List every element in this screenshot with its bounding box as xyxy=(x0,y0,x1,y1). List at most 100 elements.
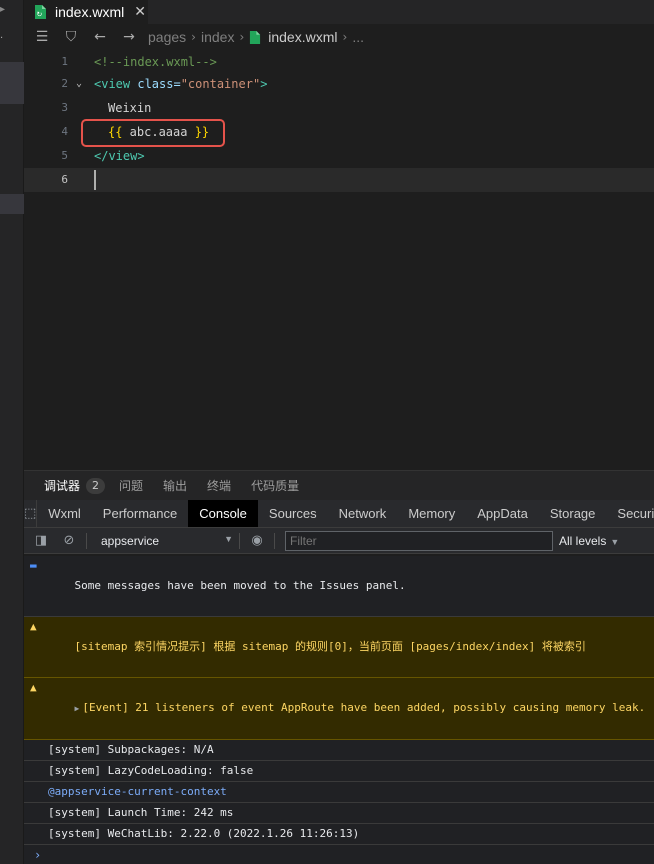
console-message-warning[interactable]: ▲ ▶ [Event] 21 listeners of event AppRoute… xyxy=(24,678,654,740)
tab-index-wxml[interactable]: ↻ index.wxml ✕ xyxy=(24,0,148,24)
tab-appdata[interactable]: AppData xyxy=(466,500,539,527)
console-message: [system] Launch Time: 242 ms xyxy=(24,803,654,824)
eye-icon[interactable]: ◉ xyxy=(246,533,268,548)
toolbar-divider xyxy=(86,532,87,549)
filter-input[interactable] xyxy=(285,530,553,551)
sidebar-dot-icon: · xyxy=(0,33,4,44)
line-number: 6 xyxy=(61,173,68,186)
log-levels-select[interactable]: All levels ▼ xyxy=(559,534,619,548)
message-text: [sitemap 索引情况提示] 根据 sitemap 的规则[0]，当前页面 … xyxy=(74,640,586,653)
breadcrumb-file[interactable]: index.wxml xyxy=(268,29,337,45)
context-label: appservice xyxy=(101,533,160,548)
breadcrumb-index[interactable]: index xyxy=(201,29,234,45)
context-select[interactable]: appservice ▼ xyxy=(101,534,233,548)
console-message: [system] WeChatLib: 2.22.0 (2022.1.26 11… xyxy=(24,824,654,845)
wxml-file-icon xyxy=(250,30,261,44)
list-icon[interactable]: ☰ xyxy=(32,30,52,44)
code-editor[interactable]: 1 <!--index.wxml--> 2 ⌄ <view class="con… xyxy=(24,50,654,470)
sidebar-selected-item[interactable] xyxy=(0,62,24,104)
code-attr-value: "container" xyxy=(180,77,261,91)
tab-output[interactable]: 输出 xyxy=(163,477,187,494)
code-tag: </view> xyxy=(94,149,145,163)
tab-security[interactable]: Securi xyxy=(606,500,654,527)
info-message-icon: ▬ xyxy=(30,559,37,572)
code-line: 1 <!--index.wxml--> xyxy=(24,50,654,74)
tab-sources[interactable]: Sources xyxy=(258,500,328,527)
warning-icon: ▲ xyxy=(30,681,37,694)
line-number: 2 xyxy=(61,77,68,90)
code-line: 5 </view> xyxy=(24,144,654,168)
svg-text:↻: ↻ xyxy=(37,11,43,19)
wxml-file-icon: ↻ xyxy=(35,5,46,19)
close-icon[interactable]: ✕ xyxy=(134,5,146,19)
message-text: Some messages have been moved to the Iss… xyxy=(74,579,406,592)
console-message: @appservice-current-context xyxy=(24,782,654,803)
code-view-open: <view class="container"> xyxy=(94,72,267,96)
inspect-element-icon[interactable]: ⬚ xyxy=(24,500,38,527)
text-cursor xyxy=(94,170,96,190)
debug-panel-tabs: 调试器 2 问题 输出 终端 代码质量 xyxy=(24,470,654,500)
console-message-warning: ▲ [sitemap 索引情况提示] 根据 sitemap 的规则[0]，当前页面… xyxy=(24,617,654,678)
code-tag: <view xyxy=(94,77,131,91)
sidebar-toggle-icon[interactable]: ◨ xyxy=(30,533,52,548)
tab-performance[interactable]: Performance xyxy=(92,500,188,527)
tab-terminal[interactable]: 终端 xyxy=(207,477,231,494)
code-attr: class= xyxy=(130,77,181,91)
code-line: 2 ⌄ <view class="container"> xyxy=(24,72,654,96)
tab-debugger[interactable]: 调试器 2 xyxy=(44,477,106,494)
breadcrumb-pages[interactable]: pages xyxy=(148,29,186,45)
line-number: 3 xyxy=(61,101,68,114)
tab-code-quality[interactable]: 代码质量 xyxy=(251,477,299,494)
line-number: 1 xyxy=(61,55,68,68)
code-text: Weixin xyxy=(108,101,152,115)
explorer-sidebar: ▸ · xyxy=(0,0,24,864)
dropdown-caret-icon: ▼ xyxy=(224,533,233,544)
dropdown-caret-icon: ▼ xyxy=(610,536,620,547)
tab-problems[interactable]: 问题 xyxy=(119,477,143,494)
code-comment: <!--index.wxml--> xyxy=(94,55,217,69)
back-arrow-icon[interactable]: ← xyxy=(90,30,110,44)
tab-network[interactable]: Network xyxy=(328,500,398,527)
tab-storage[interactable]: Storage xyxy=(539,500,607,527)
message-text: [Event] 21 listeners of event AppRoute h… xyxy=(82,701,646,714)
message-text: [system] LazyCodeLoading: false xyxy=(48,764,254,777)
console-prompt[interactable]: › xyxy=(24,845,654,864)
tab-memory[interactable]: Memory xyxy=(397,500,466,527)
tab-console[interactable]: Console xyxy=(188,500,258,527)
message-text: [system] WeChatLib: 2.22.0 (2022.1.26 11… xyxy=(48,827,360,840)
tab-label: 调试器 xyxy=(44,479,81,493)
chevron-right-icon: › xyxy=(191,30,196,44)
devtools-tabs: ⬚ Wxml Performance Console Sources Netwo… xyxy=(24,500,654,528)
fold-chevron-icon[interactable]: ⌄ xyxy=(76,72,82,96)
console-toolbar: ◨ ⊘ appservice▼ ◉ All levels▼ xyxy=(24,528,654,554)
line-number: 4 xyxy=(61,125,68,138)
context-link[interactable]: @appservice-current-context xyxy=(48,785,227,798)
breadcrumb: ☰ ⛉ ← → pages › index › index.wxml › ... xyxy=(24,24,654,50)
editor-tab-bar: ↻ index.wxml ✕ xyxy=(24,0,654,24)
breadcrumb-more[interactable]: ... xyxy=(352,29,364,45)
expand-triangle-icon[interactable]: ▶ xyxy=(75,704,80,713)
console-message: [system] LazyCodeLoading: false xyxy=(24,761,654,782)
clear-console-icon[interactable]: ⊘ xyxy=(58,533,80,548)
toolbar-divider xyxy=(274,532,275,549)
collapse-arrow-icon[interactable]: ▸ xyxy=(0,4,10,16)
sidebar-hover-item[interactable] xyxy=(0,194,24,214)
tab-label: index.wxml xyxy=(55,4,125,20)
code-line-current: 6 xyxy=(24,168,654,192)
console-message: [system] Subpackages: N/A xyxy=(24,740,654,761)
line-number: 5 xyxy=(61,149,68,162)
code-tag-close: > xyxy=(260,77,268,91)
console-message-info: ▬ Some messages have been moved to the Is… xyxy=(24,556,654,617)
bookmark-icon[interactable]: ⛉ xyxy=(61,30,81,44)
message-text: [system] Subpackages: N/A xyxy=(48,743,214,756)
forward-arrow-icon[interactable]: → xyxy=(119,30,139,44)
warning-icon: ▲ xyxy=(30,620,37,633)
chevron-right-icon: › xyxy=(239,30,245,44)
console-output[interactable]: ▬ Some messages have been moved to the Is… xyxy=(24,556,654,864)
tab-wxml[interactable]: Wxml xyxy=(37,500,92,527)
chevron-right-icon: › xyxy=(342,30,348,44)
count-badge: 2 xyxy=(86,477,106,494)
message-text: [system] Launch Time: 242 ms xyxy=(48,806,234,819)
levels-label: All levels xyxy=(559,533,607,548)
highlight-annotation-box xyxy=(81,119,225,147)
